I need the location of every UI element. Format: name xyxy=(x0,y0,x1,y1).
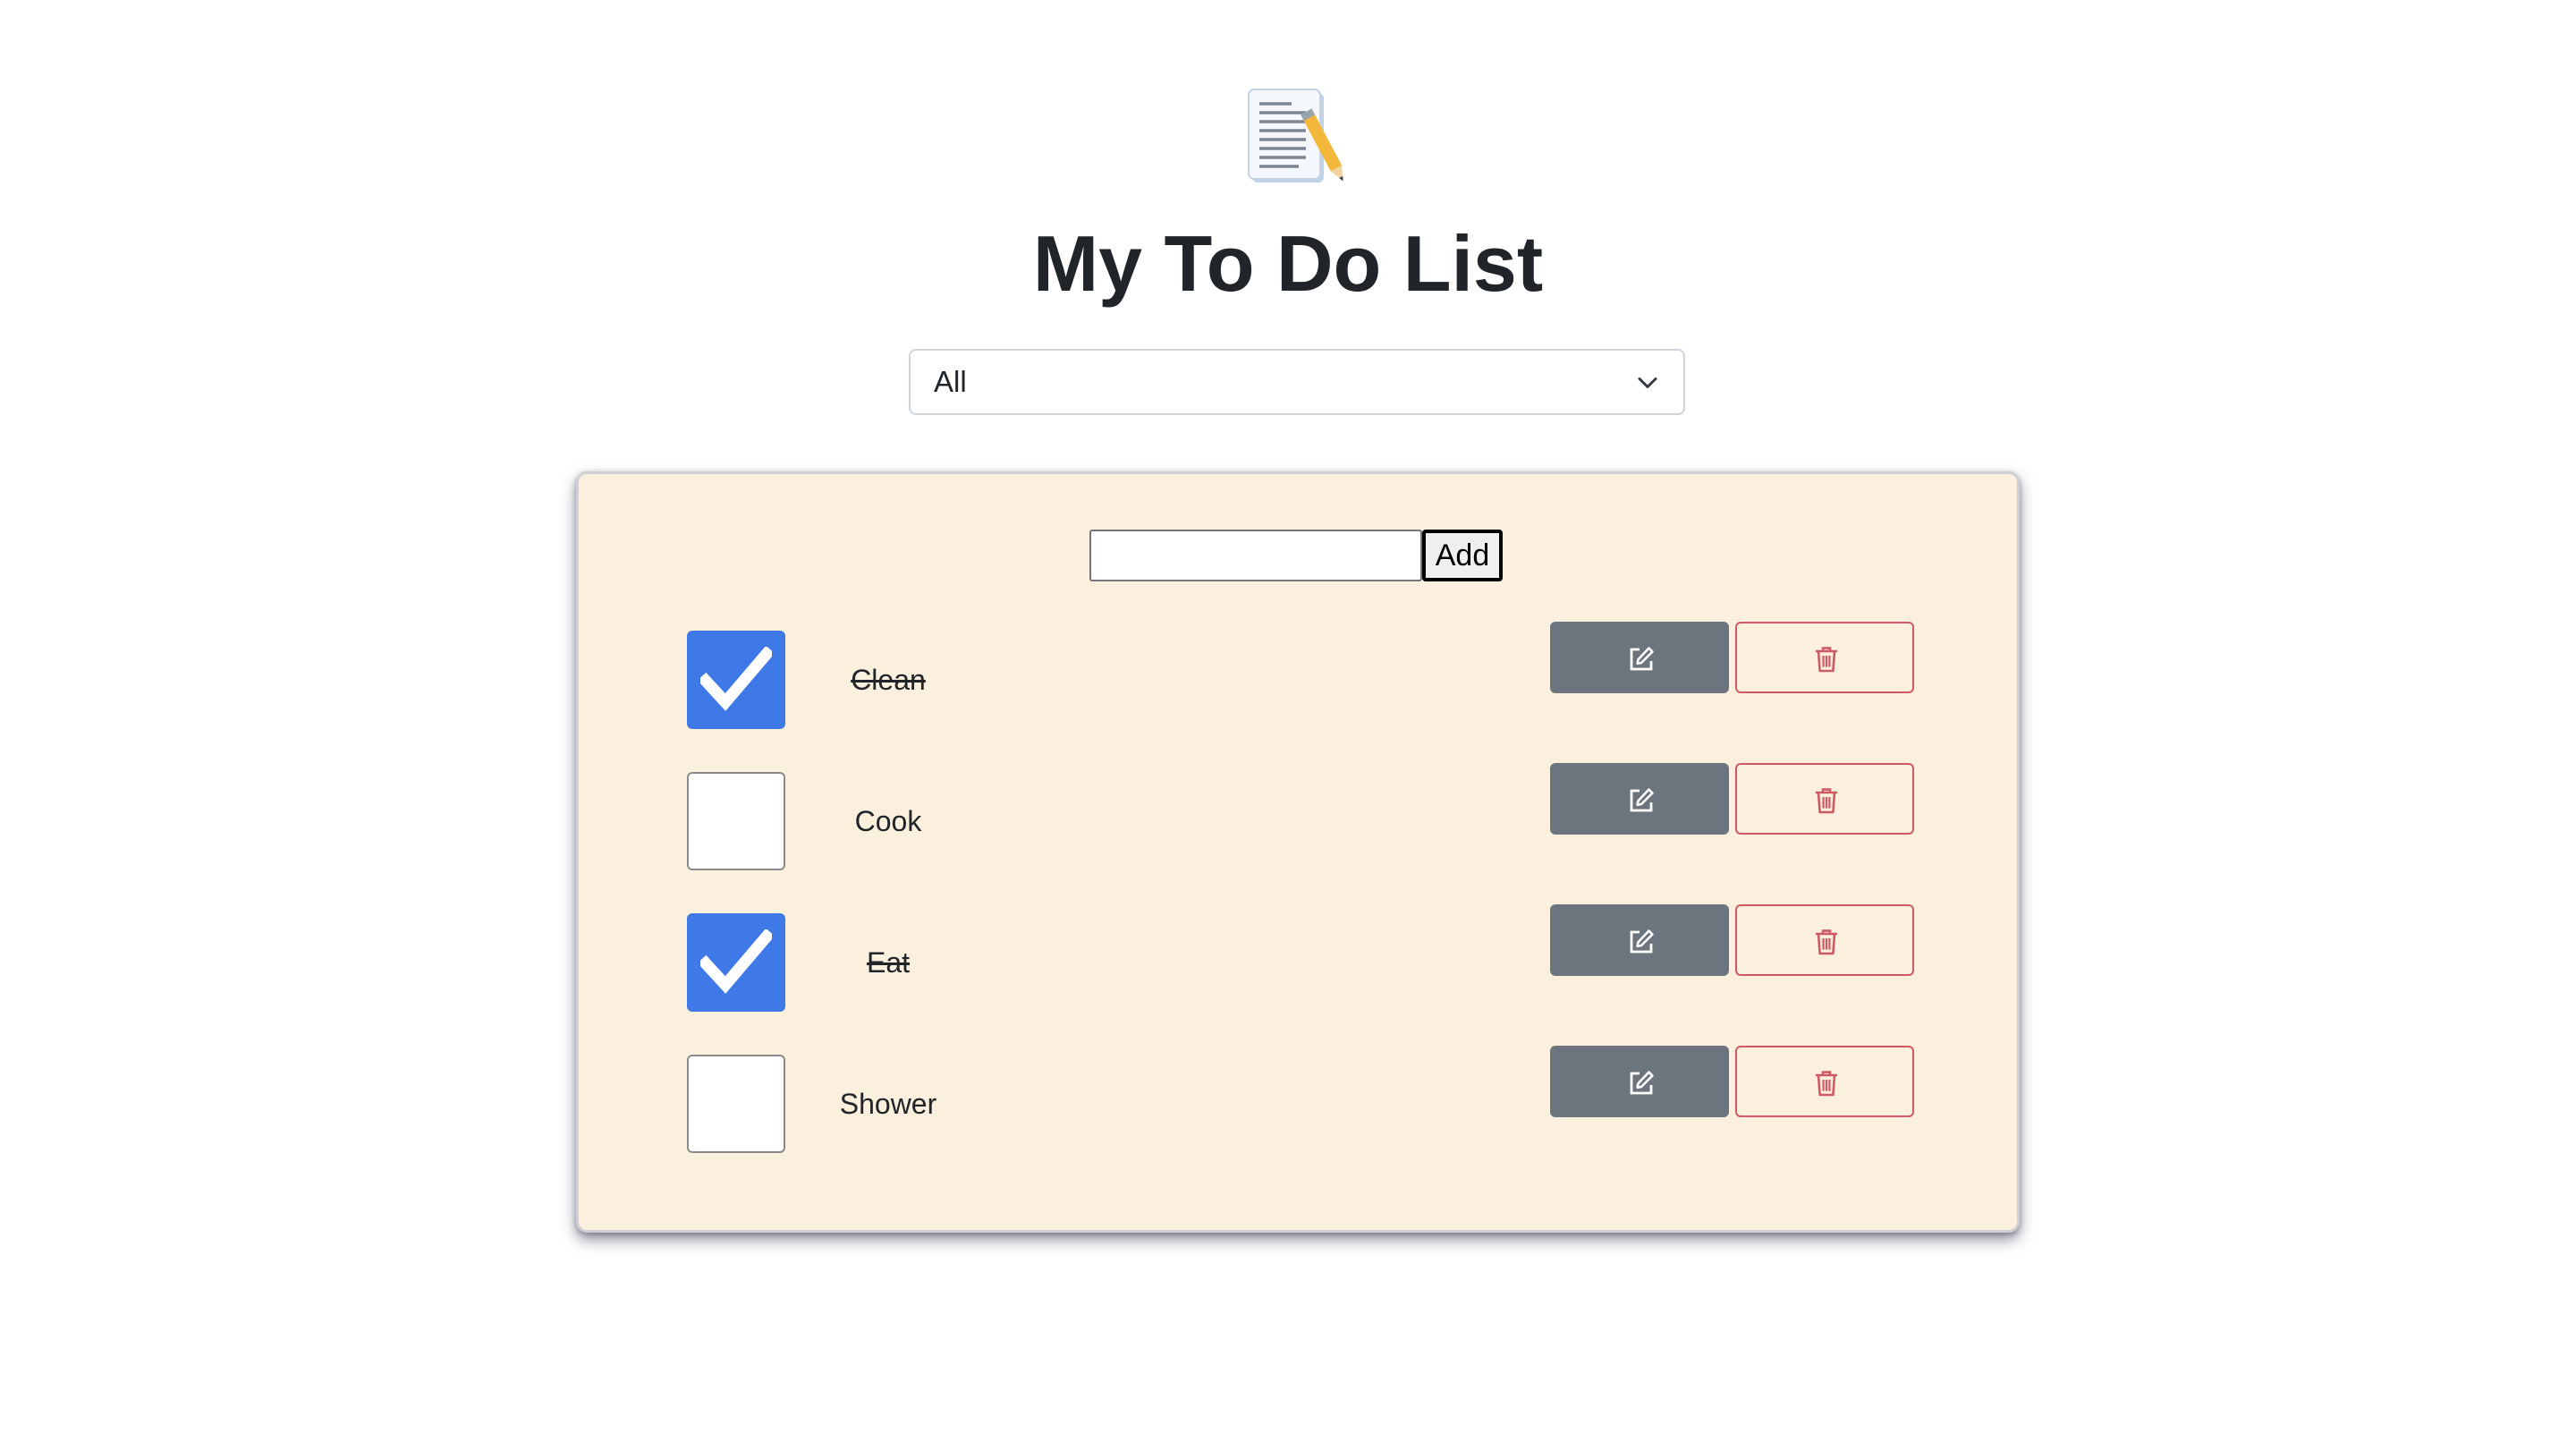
task-checkbox[interactable] xyxy=(687,1055,785,1153)
chevron-down-icon xyxy=(1638,377,1657,388)
add-button[interactable]: Add xyxy=(1422,530,1503,581)
task-row: Shower xyxy=(0,1046,2576,1153)
task-checkbox[interactable] xyxy=(687,913,785,1012)
checkmark-icon xyxy=(700,647,772,711)
memo-icon xyxy=(1248,89,1343,182)
edit-button[interactable] xyxy=(1550,904,1729,976)
task-row: Clean xyxy=(0,622,2576,729)
trash-icon xyxy=(1816,1071,1837,1097)
trash-icon xyxy=(1816,647,1837,673)
task-label: Cook xyxy=(854,805,922,837)
filter-select[interactable]: All xyxy=(909,349,1685,415)
delete-button[interactable] xyxy=(1735,622,1914,693)
task-row: Eat xyxy=(0,904,2576,1012)
new-task-input[interactable] xyxy=(1089,530,1422,581)
task-label: Clean xyxy=(851,664,926,696)
pencil-square-icon xyxy=(1630,647,1654,671)
delete-button[interactable] xyxy=(1735,1046,1914,1117)
task-checkbox[interactable] xyxy=(687,631,785,729)
delete-button[interactable] xyxy=(1735,763,1914,835)
pencil-square-icon xyxy=(1630,929,1654,954)
task-checkbox[interactable] xyxy=(687,772,785,870)
page-title: My To Do List xyxy=(1032,219,1544,308)
filter-selected-value: All xyxy=(934,365,967,398)
pencil-square-icon xyxy=(1630,1071,1654,1095)
edit-button[interactable] xyxy=(1550,622,1729,693)
task-row: Cook xyxy=(0,763,2576,870)
checkmark-icon xyxy=(700,929,772,994)
task-label: Shower xyxy=(839,1088,937,1120)
delete-button[interactable] xyxy=(1735,904,1914,976)
task-label: Eat xyxy=(866,946,911,979)
trash-icon xyxy=(1816,788,1837,814)
trash-icon xyxy=(1816,929,1837,955)
todo-page: My To Do List All Add Clean Cook Eat Sho… xyxy=(0,0,2576,1450)
edit-button[interactable] xyxy=(1550,1046,1729,1117)
edit-button[interactable] xyxy=(1550,763,1729,835)
pencil-square-icon xyxy=(1630,788,1654,812)
